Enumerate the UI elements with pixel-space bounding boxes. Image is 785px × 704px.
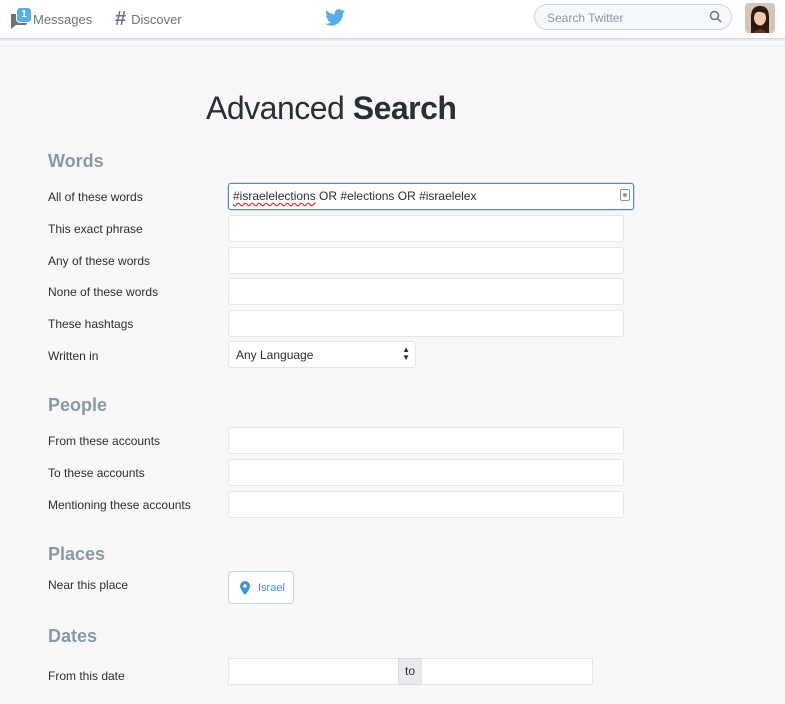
section-places: Places: [48, 544, 106, 564]
any-words-field[interactable]: [228, 247, 624, 274]
from-accounts-label: From these accounts: [48, 434, 161, 448]
page-title-bold: Search: [352, 90, 457, 126]
from-date-field[interactable]: [228, 658, 399, 685]
language-select[interactable]: Any Language ▲ ▼: [228, 341, 416, 368]
page-title-light: Advanced: [206, 90, 353, 126]
to-accounts-label: To these accounts: [48, 466, 145, 480]
top-navigation-bar: 1 Messages # Discover: [0, 0, 785, 39]
search-input[interactable]: [545, 8, 709, 28]
all-words-value-hashtag: #israelelections: [233, 189, 316, 203]
avatar[interactable]: [745, 3, 775, 33]
page-title: Advanced Search: [206, 90, 457, 127]
section-words: Words: [48, 151, 104, 171]
none-words-label: None of these words: [48, 285, 159, 299]
section-people: People: [48, 395, 108, 415]
section-dates: Dates: [48, 626, 98, 646]
messages-label: Messages: [33, 11, 93, 27]
from-date-label: From this date: [48, 669, 125, 683]
exact-phrase-label: This exact phrase: [48, 222, 143, 236]
mentioning-accounts-label: Mentioning these accounts: [48, 498, 191, 512]
search-box: [534, 4, 732, 30]
any-words-label: Any of these words: [48, 254, 151, 268]
mentioning-accounts-field[interactable]: [228, 491, 624, 518]
discover-label: Discover: [131, 11, 182, 27]
twitter-bird-icon[interactable]: [325, 9, 345, 31]
to-accounts-field[interactable]: [228, 459, 624, 486]
date-to-separator: to: [398, 658, 422, 685]
hashtags-label: These hashtags: [48, 317, 134, 331]
language-select-value: Any Language: [236, 348, 314, 362]
from-accounts-field[interactable]: [228, 427, 624, 454]
all-words-label: All of these words: [48, 190, 143, 204]
near-place-label: Near this place: [48, 578, 129, 592]
language-label: Written in: [48, 349, 99, 363]
all-words-field[interactable]: #israelelections OR #elections OR #israe…: [228, 183, 634, 210]
to-date-field[interactable]: [421, 658, 593, 685]
place-value: Israel: [258, 581, 285, 594]
discover-nav-item[interactable]: # Discover: [115, 0, 182, 38]
exact-phrase-field[interactable]: [228, 215, 624, 242]
place-button[interactable]: Israel: [228, 571, 294, 604]
messages-nav-item[interactable]: 1 Messages: [10, 0, 92, 38]
messages-icon: 1: [10, 7, 32, 29]
search-icon[interactable]: [709, 10, 722, 23]
all-words-value-rest: OR #elections OR #israelelex: [315, 189, 477, 203]
select-arrows-icon: ▲ ▼: [402, 345, 410, 362]
none-words-field[interactable]: [228, 278, 624, 305]
messages-badge: 1: [16, 7, 32, 23]
hashtags-field[interactable]: [228, 310, 624, 337]
advanced-search-content: Advanced Search Words All of these words…: [0, 46, 785, 704]
all-words-value: #israelelections OR #elections OR #israe…: [233, 189, 476, 203]
hashtag-icon: #: [115, 8, 127, 30]
location-pin-icon: [240, 580, 250, 595]
contact-card-icon[interactable]: [620, 189, 630, 201]
